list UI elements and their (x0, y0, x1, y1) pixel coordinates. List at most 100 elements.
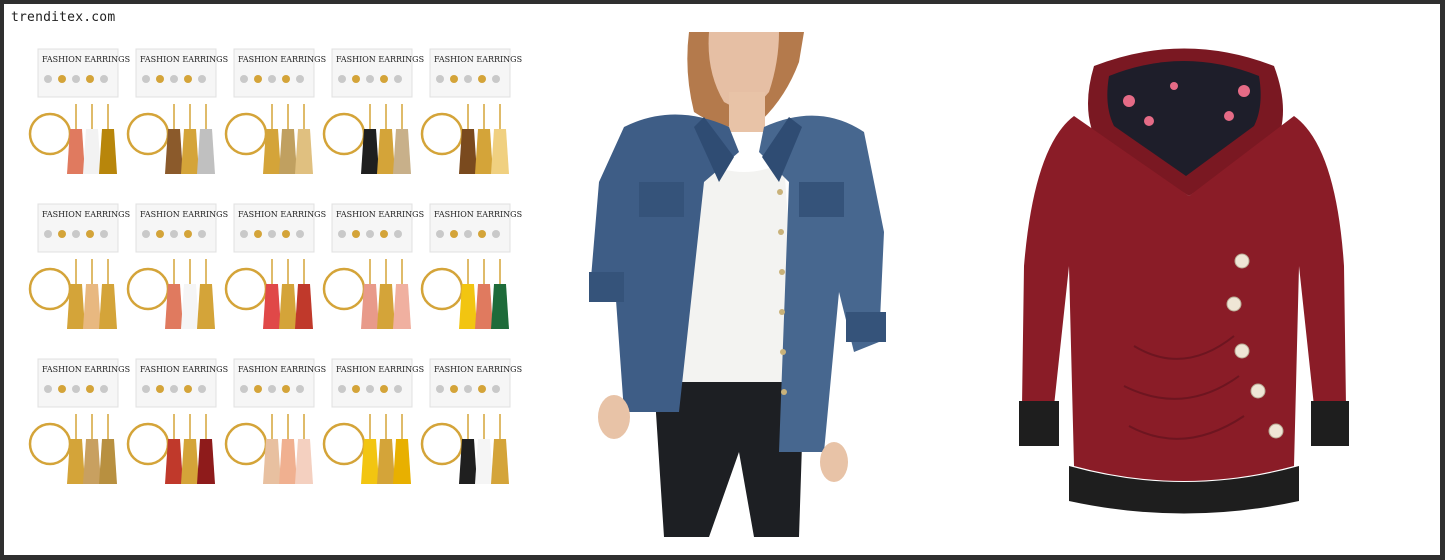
stud-earring (450, 230, 458, 238)
stud-earring (170, 230, 178, 238)
stud-earring (366, 385, 374, 393)
earring-card-label: FASHION EARRINGS (42, 55, 130, 64)
denim-jacket-product-image[interactable] (584, 32, 894, 537)
tassel-earring (263, 284, 281, 329)
stud-earring (100, 230, 108, 238)
hoop-earring (322, 112, 366, 156)
tassel-earring (475, 129, 493, 174)
stud-earring (394, 385, 402, 393)
stud-earring (58, 230, 66, 238)
hoop-earring (28, 267, 72, 311)
tassel-earring (377, 129, 395, 174)
stud-earring (464, 75, 472, 83)
stud-earring (296, 385, 304, 393)
stud-earring (100, 385, 108, 393)
stud-earring (380, 385, 388, 393)
tassel-earring (197, 284, 215, 329)
stud-earring (380, 230, 388, 238)
stud-earring (268, 230, 276, 238)
stud-earring (296, 75, 304, 83)
tassel-earring (279, 129, 297, 174)
stud-earring (240, 75, 248, 83)
earring-card-label: FASHION EARRINGS (434, 210, 522, 219)
earring-card-label: FASHION EARRINGS (238, 210, 326, 219)
tassel-earring (459, 284, 477, 329)
stud-earring (352, 75, 360, 83)
tassel-earring (181, 439, 199, 484)
stud-earring (352, 230, 360, 238)
stud-earring (352, 385, 360, 393)
stud-earring (380, 75, 388, 83)
tassel-earring (295, 129, 313, 174)
earring-card-label: FASHION EARRINGS (336, 365, 424, 374)
hoop-earring (420, 112, 464, 156)
tassel-earring (377, 439, 395, 484)
stud-earring (464, 385, 472, 393)
stud-earring (436, 75, 444, 83)
earring-card-label: FASHION EARRINGS (434, 365, 522, 374)
stud-earring (254, 75, 262, 83)
stud-earring (142, 75, 150, 83)
tassel-earring (165, 129, 183, 174)
stud-earring (450, 385, 458, 393)
tassel-earring (361, 439, 379, 484)
stud-earring (44, 385, 52, 393)
stud-earring (492, 230, 500, 238)
stud-earring (142, 230, 150, 238)
hoop-earring (224, 112, 268, 156)
tassel-earring (459, 439, 477, 484)
tassel-earring (393, 129, 411, 174)
tassel-earring (279, 284, 297, 329)
stud-earring (478, 385, 486, 393)
hoop-earring (28, 422, 72, 466)
stud-earring (156, 385, 164, 393)
stud-earring (170, 385, 178, 393)
stud-earring (338, 230, 346, 238)
tassel-earring (393, 439, 411, 484)
stud-earring (72, 230, 80, 238)
stud-earring (436, 385, 444, 393)
tassel-earring (67, 284, 85, 329)
earrings-product-image[interactable]: FASHION EARRINGS FASHION EARRINGS FASHION … (20, 44, 530, 534)
stud-earring (478, 75, 486, 83)
stud-earring (58, 75, 66, 83)
earring-card-label: FASHION EARRINGS (140, 55, 228, 64)
stud-earring (464, 230, 472, 238)
tassel-earring (491, 129, 509, 174)
stud-earring (240, 230, 248, 238)
stud-earring (366, 230, 374, 238)
hoop-earring (126, 112, 170, 156)
hoop-earring (322, 267, 366, 311)
tassel-earring (377, 284, 395, 329)
earring-card-label: FASHION EARRINGS (140, 210, 228, 219)
hoop-earring (28, 112, 72, 156)
stud-earring (156, 75, 164, 83)
tassel-earring (279, 439, 297, 484)
tassel-earring (197, 129, 215, 174)
tassel-earring (83, 129, 101, 174)
hoodie-product-image[interactable] (1014, 46, 1354, 516)
tassel-earring (361, 284, 379, 329)
stud-earring (170, 75, 178, 83)
stud-earring (492, 75, 500, 83)
stud-earring (184, 75, 192, 83)
stud-earring (338, 385, 346, 393)
tassel-earring (99, 129, 117, 174)
earring-card-label: FASHION EARRINGS (140, 365, 228, 374)
stud-earring (282, 75, 290, 83)
tassel-earring (491, 284, 509, 329)
tassel-earring (459, 129, 477, 174)
stud-earring (296, 230, 304, 238)
hoop-earring (322, 422, 366, 466)
tassel-earring (181, 129, 199, 174)
stud-earring (254, 385, 262, 393)
stud-earring (198, 230, 206, 238)
stud-earring (72, 75, 80, 83)
tassel-earring (67, 439, 85, 484)
stud-earring (450, 75, 458, 83)
site-watermark[interactable]: trenditex.com (11, 10, 115, 25)
stud-earring (198, 75, 206, 83)
stud-earring (268, 75, 276, 83)
hoodie-illustration (1019, 48, 1349, 514)
stud-earring (492, 385, 500, 393)
